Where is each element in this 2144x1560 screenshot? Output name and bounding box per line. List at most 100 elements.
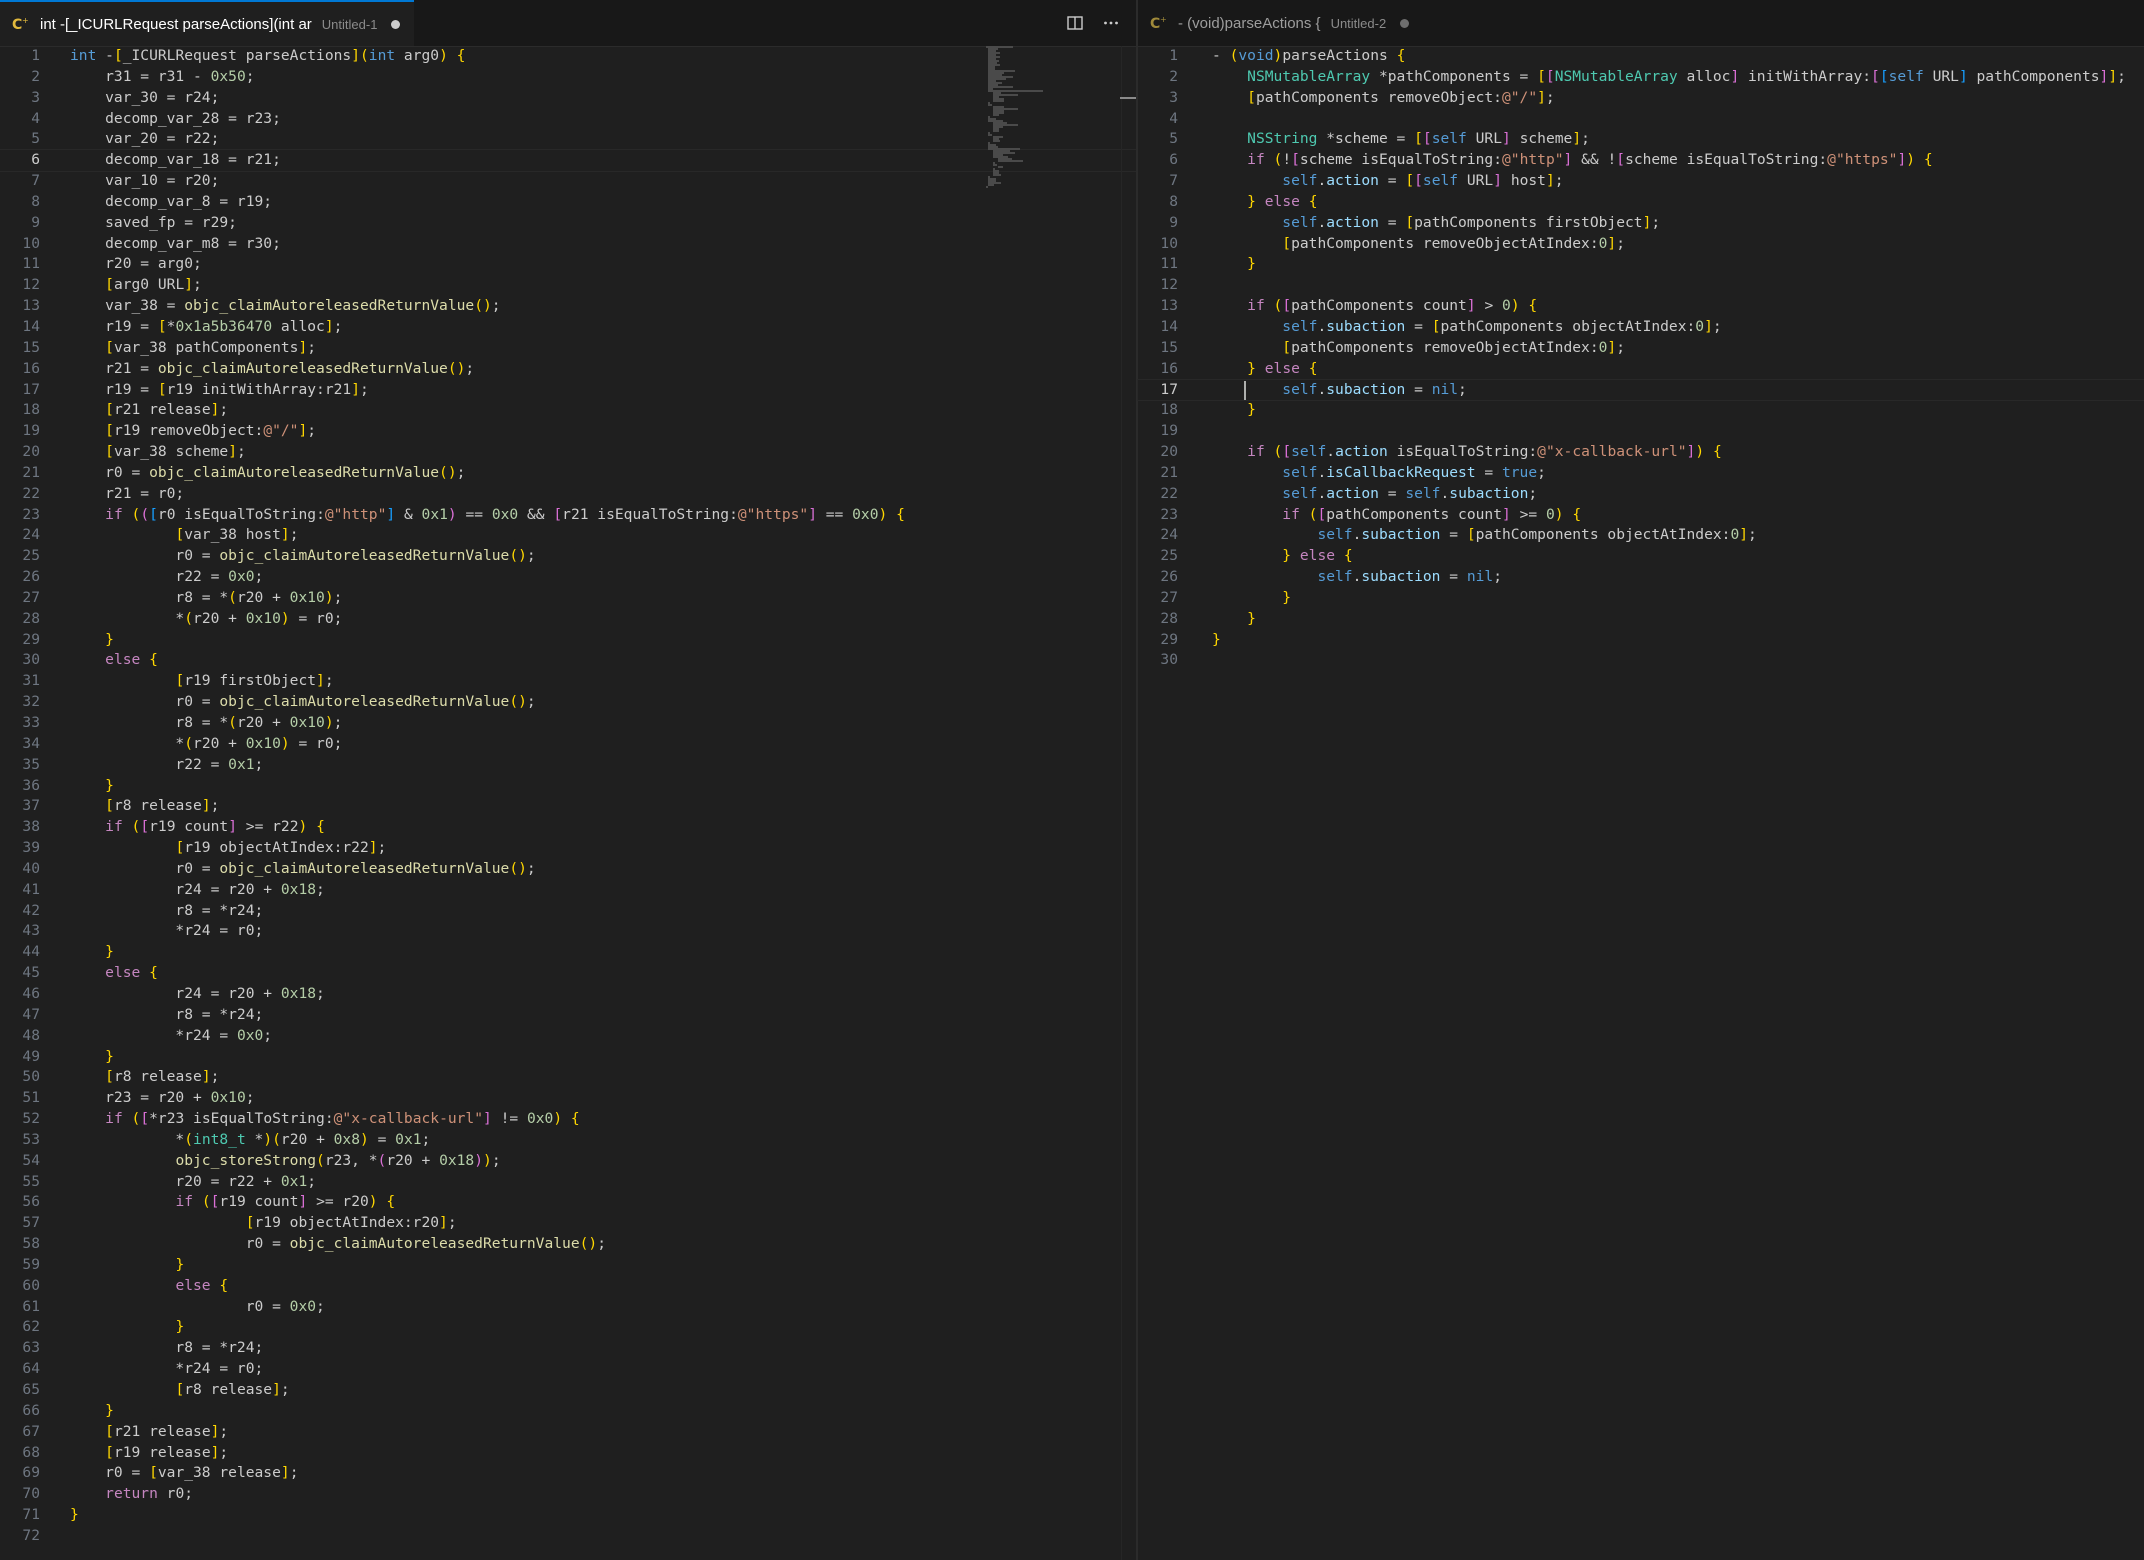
code-line[interactable]: 33 r8 = *(r20 + 0x10); bbox=[0, 713, 1136, 734]
code-line[interactable]: 18 } bbox=[1138, 400, 2144, 421]
code-line[interactable]: 72 bbox=[0, 1526, 1136, 1547]
vertical-scrollbar[interactable] bbox=[1120, 46, 1136, 1560]
code-line[interactable]: 16 r21 = objc_claimAutoreleasedReturnVal… bbox=[0, 359, 1136, 380]
code-line[interactable]: 25 } else { bbox=[1138, 546, 2144, 567]
code-line[interactable]: 35 r22 = 0x1; bbox=[0, 755, 1136, 776]
code-line[interactable]: 68 [r19 release]; bbox=[0, 1443, 1136, 1464]
unsaved-dot-icon[interactable] bbox=[1400, 18, 1410, 28]
code-line[interactable]: 7 var_10 = r20; bbox=[0, 171, 1136, 192]
code-line[interactable]: 71} bbox=[0, 1505, 1136, 1526]
code-line[interactable]: 60 else { bbox=[0, 1276, 1136, 1297]
code-editor-right[interactable]: 1 - (void)parseActions {2 NSMutableArray … bbox=[1137, 46, 2144, 1560]
code-line[interactable]: 22 r21 = r0; bbox=[0, 484, 1136, 505]
code-line[interactable]: 52 if ([*r23 isEqualToString:@"x-callbac… bbox=[0, 1109, 1136, 1130]
code-line[interactable]: 30 else { bbox=[0, 650, 1136, 671]
code-line[interactable]: 47 r8 = *r24; bbox=[0, 1005, 1136, 1026]
code-line[interactable]: 10 [pathComponents removeObjectAtIndex:0… bbox=[1138, 234, 2144, 255]
code-line[interactable]: 58 r0 = objc_claimAutoreleasedReturnValu… bbox=[0, 1234, 1136, 1255]
code-line[interactable]: 4 decomp_var_28 = r23; bbox=[0, 109, 1136, 130]
code-line[interactable]: 7 self.action = [[self URL] host]; bbox=[1138, 171, 2144, 192]
code-line[interactable]: 55 r20 = r22 + 0x1; bbox=[0, 1172, 1136, 1193]
code-line[interactable]: 39 [r19 objectAtIndex:r22]; bbox=[0, 838, 1136, 859]
code-line[interactable]: 22 self.action = self.subaction; bbox=[1138, 484, 2144, 505]
code-line[interactable]: 26 self.subaction = nil; bbox=[1138, 567, 2144, 588]
code-line[interactable]: 54 objc_storeStrong(r23, *(r20 + 0x18)); bbox=[0, 1151, 1136, 1172]
code-line[interactable]: 49 } bbox=[0, 1047, 1136, 1068]
code-line[interactable]: 66 } bbox=[0, 1401, 1136, 1422]
code-line[interactable]: 64 *r24 = r0; bbox=[0, 1359, 1136, 1380]
code-line[interactable]: 11 r20 = arg0; bbox=[0, 254, 1136, 275]
code-line[interactable]: 44 } bbox=[0, 942, 1136, 963]
code-line[interactable]: 17 self.subaction = nil; bbox=[1137, 378, 2144, 402]
code-line[interactable]: 1 int -[_ICURLRequest parseActions](int a… bbox=[0, 46, 1136, 67]
code-line[interactable]: 9 self.action = [pathComponents firstObj… bbox=[1138, 213, 2144, 234]
code-line[interactable]: 12 [arg0 URL]; bbox=[0, 275, 1136, 296]
code-line[interactable]: 24 self.subaction = [pathComponents obje… bbox=[1138, 525, 2144, 546]
code-line[interactable]: 36 } bbox=[0, 776, 1136, 797]
code-line[interactable]: 12 bbox=[1138, 275, 2144, 296]
code-line[interactable]: 59 } bbox=[0, 1255, 1136, 1276]
code-line[interactable]: 5 var_20 = r22; bbox=[0, 129, 1136, 150]
code-line[interactable]: 18 [r21 release]; bbox=[0, 400, 1136, 421]
code-line[interactable]: 43 *r24 = r0; bbox=[0, 921, 1136, 942]
code-line[interactable]: 27 r8 = *(r20 + 0x10); bbox=[0, 588, 1136, 609]
code-line[interactable]: 30 bbox=[1138, 650, 2144, 671]
code-line[interactable]: 29 } bbox=[0, 630, 1136, 651]
code-line[interactable]: 21 self.isCallbackRequest = true; bbox=[1138, 463, 2144, 484]
code-line[interactable]: 26 r22 = 0x0; bbox=[0, 567, 1136, 588]
code-line[interactable]: 8 } else { bbox=[1138, 192, 2144, 213]
code-line[interactable]: 61 r0 = 0x0; bbox=[0, 1297, 1136, 1318]
code-line[interactable]: 8 decomp_var_8 = r19; bbox=[0, 192, 1136, 213]
split-editor-icon[interactable] bbox=[1064, 12, 1086, 34]
code-line[interactable]: 32 r0 = objc_claimAutoreleasedReturnValu… bbox=[0, 692, 1136, 713]
code-line[interactable]: 6 if (![scheme isEqualToString:@"http"] … bbox=[1138, 150, 2144, 171]
code-line[interactable]: 70 return r0; bbox=[0, 1484, 1136, 1505]
code-line[interactable]: 28 } bbox=[1138, 609, 2144, 630]
code-line[interactable]: 27 } bbox=[1138, 588, 2144, 609]
unsaved-dot-icon[interactable] bbox=[391, 19, 401, 29]
code-line[interactable]: 11 } bbox=[1138, 254, 2144, 275]
code-line[interactable]: 67 [r21 release]; bbox=[0, 1422, 1136, 1443]
code-line[interactable]: 9 saved_fp = r29; bbox=[0, 213, 1136, 234]
code-line[interactable]: 21 r0 = objc_claimAutoreleasedReturnValu… bbox=[0, 463, 1136, 484]
code-line[interactable]: 2 r31 = r31 - 0x50; bbox=[0, 67, 1136, 88]
code-line[interactable]: 6 decomp_var_18 = r21; bbox=[0, 149, 1137, 173]
code-line[interactable]: 46 r24 = r20 + 0x18; bbox=[0, 984, 1136, 1005]
code-line[interactable]: 14 self.subaction = [pathComponents obje… bbox=[1138, 317, 2144, 338]
code-line[interactable]: 16 } else { bbox=[1138, 359, 2144, 380]
code-line[interactable]: 50 [r8 release]; bbox=[0, 1067, 1136, 1088]
code-line[interactable]: 31 [r19 firstObject]; bbox=[0, 671, 1136, 692]
code-line[interactable]: 29} bbox=[1138, 630, 2144, 651]
code-line[interactable]: 37 [r8 release]; bbox=[0, 796, 1136, 817]
code-line[interactable]: 51 r23 = r20 + 0x10; bbox=[0, 1088, 1136, 1109]
code-line[interactable]: 15 [var_38 pathComponents]; bbox=[0, 338, 1136, 359]
code-line[interactable]: 13 if ([pathComponents count] > 0) { bbox=[1138, 296, 2144, 317]
code-line[interactable]: 15 [pathComponents removeObjectAtIndex:0… bbox=[1138, 338, 2144, 359]
code-line[interactable]: 17 r19 = [r19 initWithArray:r21]; bbox=[0, 380, 1136, 401]
code-line[interactable]: 63 r8 = *r24; bbox=[0, 1338, 1136, 1359]
code-line[interactable]: 53 *(int8_t *)(r20 + 0x8) = 0x1; bbox=[0, 1130, 1136, 1151]
code-line[interactable]: 56 if ([r19 count] >= r20) { bbox=[0, 1192, 1136, 1213]
code-line[interactable]: 42 r8 = *r24; bbox=[0, 901, 1136, 922]
code-line[interactable]: 24 [var_38 host]; bbox=[0, 525, 1136, 546]
code-line[interactable]: 65 [r8 release]; bbox=[0, 1380, 1136, 1401]
code-line[interactable]: 4 bbox=[1138, 109, 2144, 130]
code-line[interactable]: 23 if ([pathComponents count] >= 0) { bbox=[1138, 505, 2144, 526]
code-line[interactable]: 2 NSMutableArray *pathComponents = [[NSM… bbox=[1138, 67, 2144, 88]
code-line[interactable]: 25 r0 = objc_claimAutoreleasedReturnValu… bbox=[0, 546, 1136, 567]
more-actions-icon[interactable] bbox=[1100, 12, 1122, 34]
code-line[interactable]: 38 if ([r19 count] >= r22) { bbox=[0, 817, 1136, 838]
code-line[interactable]: 20 [var_38 scheme]; bbox=[0, 442, 1136, 463]
code-line[interactable]: 20 if ([self.action isEqualToString:@"x-… bbox=[1138, 442, 2144, 463]
code-line[interactable]: 41 r24 = r20 + 0x18; bbox=[0, 880, 1136, 901]
code-line[interactable]: 57 [r19 objectAtIndex:r20]; bbox=[0, 1213, 1136, 1234]
code-editor-left[interactable]: 1 int -[_ICURLRequest parseActions](int a… bbox=[0, 46, 1137, 1560]
code-line[interactable]: 45 else { bbox=[0, 963, 1136, 984]
code-line[interactable]: 14 r19 = [*0x1a5b36470 alloc]; bbox=[0, 317, 1136, 338]
minimap[interactable] bbox=[986, 46, 1046, 196]
code-line[interactable]: 3 var_30 = r24; bbox=[0, 88, 1136, 109]
code-line[interactable]: 1 - (void)parseActions { bbox=[1138, 46, 2144, 67]
code-line[interactable]: 23 if (([r0 isEqualToString:@"http"] & 0… bbox=[0, 505, 1136, 526]
code-line[interactable]: 3 [pathComponents removeObject:@"/"]; bbox=[1138, 88, 2144, 109]
code-line[interactable]: 28 *(r20 + 0x10) = r0; bbox=[0, 609, 1136, 630]
